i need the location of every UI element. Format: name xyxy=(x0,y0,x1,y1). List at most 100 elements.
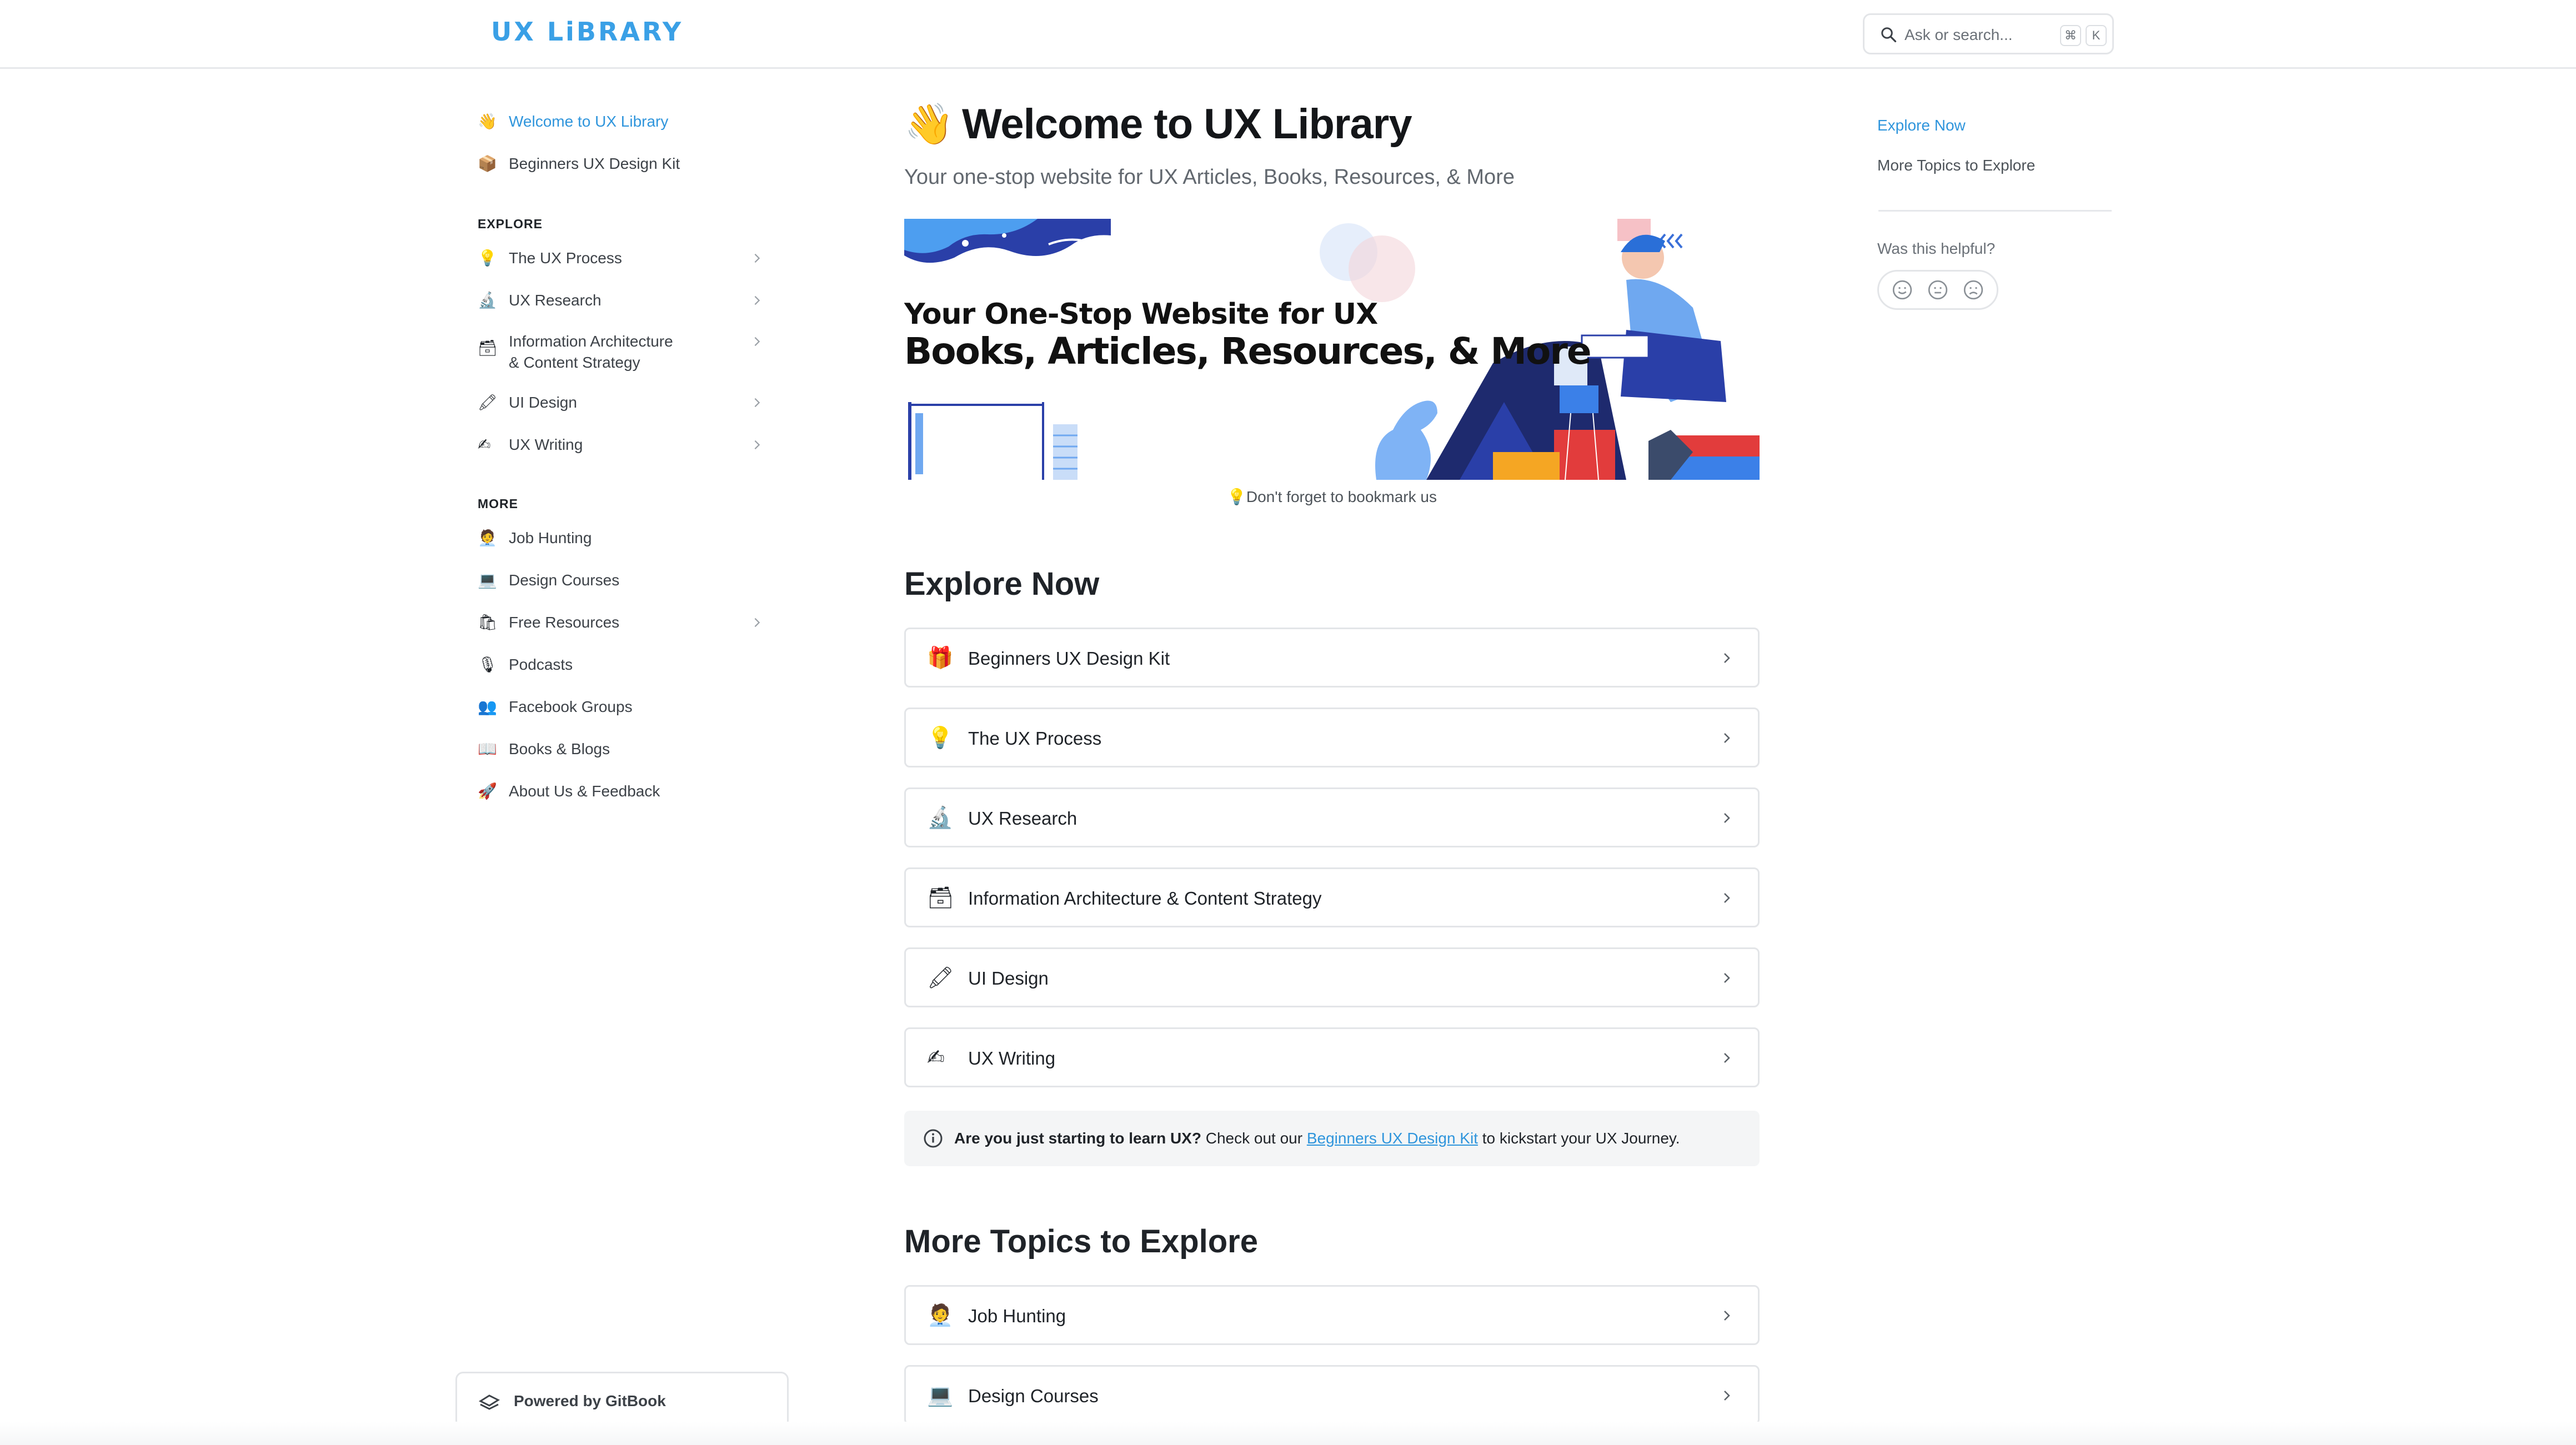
chevron-right-icon[interactable] xyxy=(751,397,763,409)
card-job-hunting[interactable]: 🧑‍💼 Job Hunting xyxy=(904,1285,1760,1345)
lightbulb-icon: 💡 xyxy=(927,726,954,750)
card-ui-design[interactable]: 🖍 UI Design xyxy=(904,947,1760,1007)
card-label: UI Design xyxy=(968,968,1049,989)
happy-face-icon[interactable] xyxy=(1891,279,1913,301)
beginners-kit-link[interactable]: Beginners UX Design Kit xyxy=(1307,1130,1478,1147)
sidebar-item-label: UI Design xyxy=(509,394,577,411)
sad-face-icon[interactable] xyxy=(1962,279,1984,301)
sidebar-item-ux-writing[interactable]: ✍ UX Writing xyxy=(478,434,778,455)
chevron-right-icon[interactable] xyxy=(751,252,763,264)
banner-headline-line2: Books, Articles, Resources, & More xyxy=(904,330,1592,373)
sidebar-item-information-architecture[interactable]: 🗃 Information Architecture & Content Str… xyxy=(478,331,778,373)
helpful-prompt: Was this helpful? xyxy=(1877,240,1996,257)
card-label: Job Hunting xyxy=(968,1306,1066,1326)
sidebar-item-beginners-kit[interactable]: 📦 Beginners UX Design Kit xyxy=(478,153,778,174)
package-icon: 📦 xyxy=(478,155,497,172)
hint-text: Are you just starting to learn UX? Check… xyxy=(954,1130,1680,1147)
crayon-icon: 🖍 xyxy=(927,966,954,990)
laptop-icon: 💻 xyxy=(478,571,497,589)
card-file-box-icon: 🗃 xyxy=(478,339,498,357)
waving-hand-icon: 👋 xyxy=(904,102,954,147)
lightbulb-icon: 💡 xyxy=(478,249,497,267)
search-box[interactable]: Ask or search... ⌘ K xyxy=(1863,13,2114,54)
card-label: Beginners UX Design Kit xyxy=(968,648,1170,669)
chevron-right-icon xyxy=(1724,813,1730,823)
hero-banner: Your One-Stop Website for UX Books, Arti… xyxy=(904,219,1760,480)
sidebar-item-welcome[interactable]: 👋 Welcome to UX Library xyxy=(478,111,778,132)
crayon-icon: 🖍 xyxy=(478,394,498,411)
chevron-right-icon xyxy=(1724,1053,1730,1063)
chevron-right-icon xyxy=(1724,893,1730,903)
powered-by-label: Powered by GitBook xyxy=(514,1392,666,1409)
card-label: UX Writing xyxy=(968,1048,1056,1068)
open-book-icon: 📖 xyxy=(478,740,497,757)
toc-item-explore-now[interactable]: Explore Now xyxy=(1877,117,1966,134)
sidebar-item-label: Welcome to UX Library xyxy=(509,113,669,130)
writing-hand-icon: ✍ xyxy=(478,436,491,453)
top-header: UX LiBRARY Ask or search... ⌘ K xyxy=(0,0,2576,69)
card-ux-process[interactable]: 💡 The UX Process xyxy=(904,708,1760,767)
chevron-right-icon xyxy=(1724,1391,1730,1401)
sidebar-section-more: MORE xyxy=(478,496,518,511)
chevron-right-icon xyxy=(1724,653,1730,663)
chevron-right-icon xyxy=(1724,1311,1730,1321)
card-label: UX Research xyxy=(968,808,1077,829)
sidebar-item-books-blogs[interactable]: 📖 Books & Blogs xyxy=(478,739,778,760)
office-worker-icon: 🧑‍💼 xyxy=(927,1304,954,1327)
bottom-fade xyxy=(0,1422,2576,1445)
info-hint-box: Are you just starting to learn UX? Check… xyxy=(904,1111,1760,1166)
sidebar-item-about-feedback[interactable]: 🚀 About Us & Feedback xyxy=(478,781,778,802)
shortcut-key-cmd: ⌘ xyxy=(2060,25,2081,46)
search-icon xyxy=(1881,27,1897,43)
people-icon: 👥 xyxy=(478,698,497,715)
banner-headline-line1: Your One-Stop Website for UX xyxy=(904,298,1378,331)
info-icon xyxy=(924,1129,943,1148)
sidebar-item-label: About Us & Feedback xyxy=(509,782,660,800)
toc-item-more-topics[interactable]: More Topics to Explore xyxy=(1877,157,2035,174)
bookmark-note: 💡Don't forget to bookmark us xyxy=(1227,488,1437,505)
page-title-row: 👋 Welcome to UX Library xyxy=(904,100,1412,148)
card-label: Information Architecture & Content Strat… xyxy=(968,888,1322,909)
card-design-courses[interactable]: 💻 Design Courses xyxy=(904,1365,1760,1425)
writing-hand-icon: ✍ xyxy=(927,1046,945,1070)
page-subtitle: Your one-stop website for UX Articles, B… xyxy=(904,165,1515,189)
site-logo[interactable]: UX LiBRARY xyxy=(491,17,683,47)
sidebar-section-explore: EXPLORE xyxy=(478,217,543,231)
sidebar-item-label: Beginners UX Design Kit xyxy=(509,155,680,172)
gitbook-icon xyxy=(478,1394,500,1410)
sidebar-item-design-courses[interactable]: 💻 Design Courses xyxy=(478,570,778,591)
rocket-icon: 🚀 xyxy=(478,782,497,800)
chevron-right-icon xyxy=(1724,733,1730,743)
sidebar-item-podcasts[interactable]: 🎙 Podcasts xyxy=(478,654,778,675)
sidebar-item-facebook-groups[interactable]: 👥 Facebook Groups xyxy=(478,696,778,718)
microscope-icon: 🔬 xyxy=(478,292,497,309)
card-beginners-kit[interactable]: 🎁 Beginners UX Design Kit xyxy=(904,628,1760,688)
chevron-right-icon[interactable] xyxy=(751,616,763,629)
card-information-architecture[interactable]: 🗃 Information Architecture & Content Str… xyxy=(904,867,1760,927)
toc-divider xyxy=(1878,210,2112,212)
sidebar-item-label: Books & Blogs xyxy=(509,740,610,757)
sidebar-item-label: Job Hunting xyxy=(509,529,592,546)
neutral-face-icon[interactable] xyxy=(1927,279,1949,301)
office-worker-icon: 🧑‍💼 xyxy=(478,529,497,546)
section-heading-explore-now: Explore Now xyxy=(904,566,1100,602)
sidebar-item-label: Information Architecture & Content Strat… xyxy=(509,333,673,371)
card-ux-writing[interactable]: ✍ UX Writing xyxy=(904,1027,1760,1087)
chevron-right-icon[interactable] xyxy=(751,335,763,348)
powered-by-gitbook[interactable]: Powered by GitBook xyxy=(455,1372,789,1428)
chevron-right-icon[interactable] xyxy=(751,294,763,307)
sidebar-item-ux-process[interactable]: 💡 The UX Process xyxy=(478,248,778,269)
card-ux-research[interactable]: 🔬 UX Research xyxy=(904,787,1760,847)
sidebar-item-label: Design Courses xyxy=(509,571,620,589)
sidebar-item-job-hunting[interactable]: 🧑‍💼 Job Hunting xyxy=(478,528,778,549)
chevron-right-icon xyxy=(1724,973,1730,983)
hint-before-link: Check out our xyxy=(1201,1130,1307,1147)
shortcut-key-k: K xyxy=(2086,25,2107,46)
sidebar-item-ui-design[interactable]: 🖍 UI Design xyxy=(478,392,778,413)
chevron-right-icon[interactable] xyxy=(751,439,763,451)
card-label: The UX Process xyxy=(968,728,1102,749)
sidebar-item-ux-research[interactable]: 🔬 UX Research xyxy=(478,290,778,311)
sidebar-item-free-resources[interactable]: 🛍 Free Resources xyxy=(478,612,778,633)
page-title: Welcome to UX Library xyxy=(962,101,1412,148)
laptop-icon: 💻 xyxy=(927,1384,954,1407)
